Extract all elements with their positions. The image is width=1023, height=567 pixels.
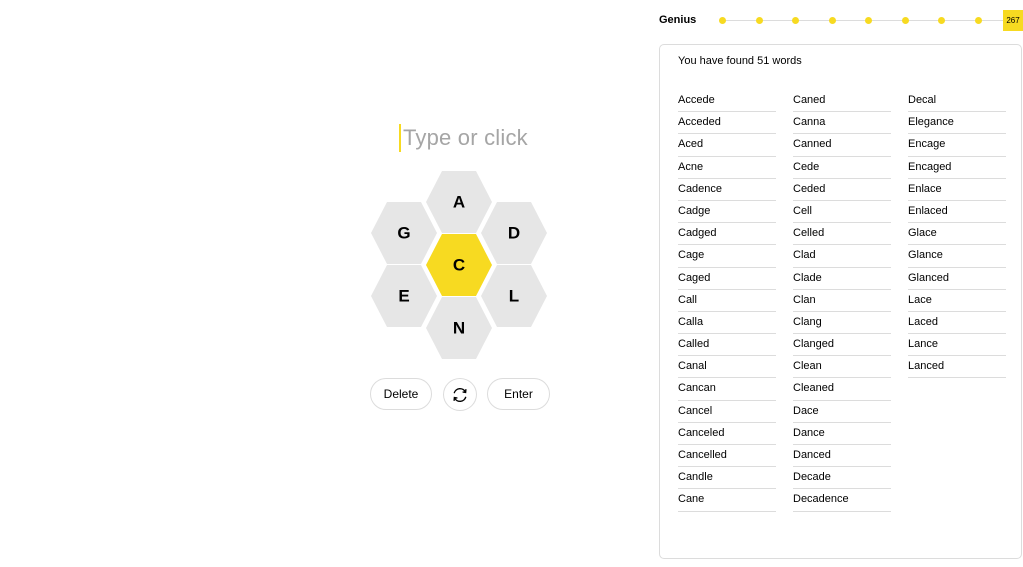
found-word: Danced: [793, 445, 891, 468]
found-word: Caged: [678, 268, 776, 290]
hive-cell-lower-left[interactable]: E: [371, 265, 437, 327]
found-word: Canal: [678, 356, 776, 379]
found-word: Cell: [793, 201, 891, 224]
found-word: Lace: [908, 290, 1006, 312]
found-word: Called: [678, 334, 776, 357]
found-word: Aced: [678, 134, 776, 157]
hive-cell-bottom[interactable]: N: [426, 297, 492, 359]
word-column-1: Accede Acceded Aced Acne Cadence Cadge Cadged C…: [678, 90, 776, 512]
found-word: Enlaced: [908, 201, 1006, 224]
found-word: Clang: [793, 312, 891, 335]
hive-letter-top: A: [453, 193, 465, 212]
found-word: Cancel: [678, 401, 776, 423]
found-word: Enlace: [908, 179, 1006, 201]
found-word: Cancelled: [678, 445, 776, 468]
found-word: Accede: [678, 90, 776, 113]
found-word: Decadence: [793, 489, 891, 512]
delete-button[interactable]: Delete: [370, 378, 432, 410]
found-word: Celled: [793, 223, 891, 246]
shuffle-icon: [453, 387, 467, 402]
word-column-2: Caned Canna Canned Cede Ceded Cell Celled Clad C…: [793, 90, 891, 512]
score-badge: 267: [1003, 10, 1023, 31]
found-word: Lanced: [908, 356, 1006, 379]
enter-button[interactable]: Enter: [487, 378, 550, 410]
hive-cell-upper-left[interactable]: G: [371, 202, 437, 264]
found-word: Canned: [793, 134, 891, 157]
progress-dot: [828, 17, 836, 24]
rank-label: Genius: [659, 14, 697, 26]
hive-letter-lower-left: E: [398, 287, 409, 306]
shuffle-button[interactable]: [443, 378, 477, 411]
hive-letter-center: C: [453, 256, 465, 275]
found-word: Dance: [793, 423, 891, 445]
found-word: Clean: [793, 356, 891, 379]
found-word: Acceded: [678, 112, 776, 135]
found-word: Decal: [908, 90, 1006, 113]
found-word: Cancan: [678, 378, 776, 401]
hive-cell-top[interactable]: A: [426, 171, 492, 233]
hive-letter-bottom: N: [453, 319, 465, 338]
found-word: Encage: [908, 134, 1006, 157]
found-word: Cede: [793, 157, 891, 179]
found-word: Cadged: [678, 223, 776, 246]
found-word: Caned: [793, 90, 891, 113]
found-word: Cane: [678, 489, 776, 512]
found-word: Ceded: [793, 179, 891, 201]
word-column-3: Decal Elegance Encage Encaged Enlace Enlaced G…: [908, 90, 1006, 379]
hive-letter-upper-right: D: [508, 224, 520, 243]
found-word: Calla: [678, 312, 776, 335]
found-word: Decade: [793, 467, 891, 490]
found-word: Cadence: [678, 179, 776, 201]
hive-cell-center[interactable]: C: [426, 234, 492, 296]
found-word: Clanged: [793, 334, 891, 357]
found-word: Glace: [908, 223, 1006, 246]
progress-dot: [938, 17, 945, 24]
found-word: Clan: [793, 290, 891, 312]
hive-letter-upper-left: G: [397, 224, 410, 243]
found-word: Elegance: [908, 112, 1006, 135]
progress-dot: [755, 17, 763, 24]
progress-dot: [719, 17, 726, 24]
found-word: Cadge: [678, 201, 776, 224]
found-word: Glance: [908, 245, 1006, 268]
found-word: Clade: [793, 268, 891, 290]
found-words-panel[interactable]: You have found 51 words Accede Acceded Ace…: [659, 44, 1022, 559]
found-words-summary: You have found 51 words: [678, 55, 802, 67]
found-word: Canna: [793, 112, 891, 135]
hive-cell-lower-right[interactable]: L: [481, 265, 547, 327]
found-word: Glanced: [908, 268, 1006, 290]
found-word: Encaged: [908, 157, 1006, 179]
found-word: Clad: [793, 245, 891, 268]
found-word: Lance: [908, 334, 1006, 357]
progress-dot: [901, 17, 909, 24]
found-word: Laced: [908, 312, 1006, 335]
found-word: Acne: [678, 157, 776, 179]
found-word: Dace: [793, 401, 891, 423]
progress-dot: [792, 17, 799, 24]
found-word: Cleaned: [793, 378, 891, 401]
progress-dot: [974, 17, 982, 24]
found-word: Candle: [678, 467, 776, 490]
found-word: Cage: [678, 245, 776, 268]
hive-letter-lower-right: L: [509, 287, 519, 306]
found-word: Call: [678, 290, 776, 312]
hive-cell-upper-right[interactable]: D: [481, 202, 547, 264]
progress-dot: [865, 17, 872, 24]
found-word: Canceled: [678, 423, 776, 445]
